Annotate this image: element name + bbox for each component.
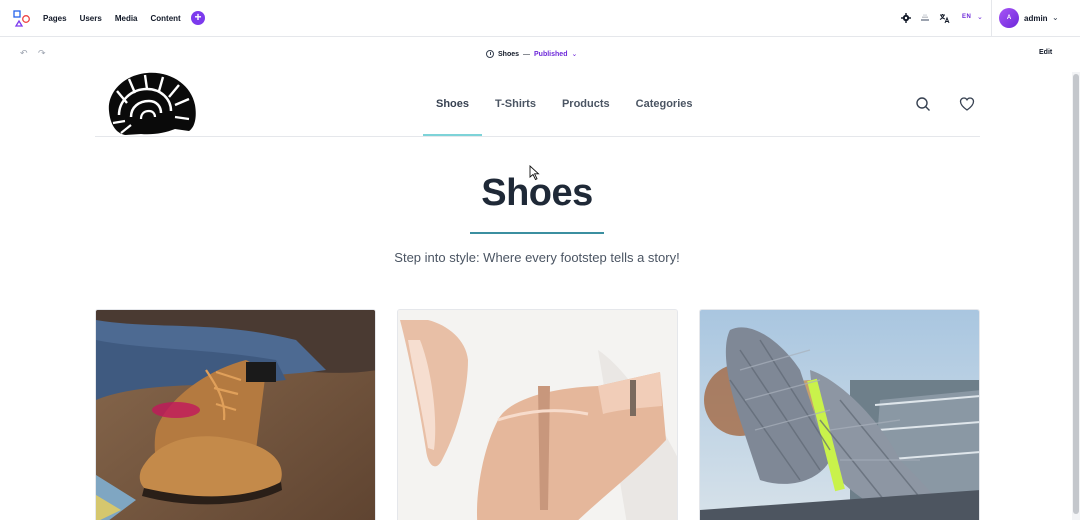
chevron-down-icon[interactable]: ⌄ (571, 50, 577, 58)
nav-products[interactable]: Products (549, 72, 623, 136)
cms-nav-content[interactable]: Content (151, 14, 181, 23)
gear-icon[interactable] (900, 12, 912, 24)
stack-icon[interactable] (919, 12, 931, 24)
title-underline (470, 232, 604, 234)
status-published[interactable]: Published (534, 51, 567, 58)
cms-nav-pages[interactable]: Pages (43, 14, 67, 23)
heart-icon[interactable] (959, 96, 975, 112)
nav-categories[interactable]: Categories (623, 72, 706, 136)
card-nude-heel[interactable] (397, 309, 678, 520)
scrollbar-thumb[interactable] (1073, 74, 1079, 514)
site-logo[interactable] (105, 71, 197, 137)
chevron-down-icon[interactable]: ⌄ (977, 13, 983, 21)
page-status-selector[interactable]: Shoes — Published ⌄ (486, 50, 577, 58)
card-grey-sneaker[interactable] (699, 309, 980, 520)
undo-icon[interactable]: ↶ (20, 48, 28, 59)
separator: — (523, 50, 531, 58)
user-name[interactable]: admin (1024, 14, 1048, 23)
cms-main-nav: Pages Users Media Content (43, 0, 181, 37)
nav-t-shirts[interactable]: T-Shirts (482, 72, 549, 136)
chevron-down-icon[interactable]: ⌄ (1052, 13, 1059, 22)
page-subtitle: Step into style: Where every footstep te… (394, 250, 680, 265)
brown-boot-image (96, 310, 375, 520)
site-main-nav: Shoes T-Shirts Products Categories (423, 72, 706, 137)
language-selector[interactable]: EN (962, 14, 971, 20)
cms-top-bar: Pages Users Media Content + EN ⌄ A admin… (0, 0, 1080, 37)
grey-sneaker-image (700, 310, 979, 520)
add-button[interactable]: + (191, 11, 205, 25)
page-title: Shoes (481, 172, 593, 214)
avatar[interactable]: A (999, 8, 1019, 28)
divider (991, 0, 992, 37)
card-brown-boot[interactable] (95, 309, 376, 520)
cms-logo-icon[interactable] (13, 10, 31, 28)
header-divider (95, 136, 980, 137)
cms-page-toolbar: ↶ ↷ Shoes — Published ⌄ Edit (0, 37, 1080, 72)
search-icon[interactable] (915, 96, 931, 112)
redo-icon[interactable]: ↷ (38, 48, 46, 59)
nude-heel-image (398, 310, 677, 520)
page-name: Shoes (498, 50, 520, 58)
edit-button[interactable]: Edit (1039, 49, 1052, 56)
product-grid (95, 309, 980, 520)
cms-nav-users[interactable]: Users (80, 14, 102, 23)
nav-shoes[interactable]: Shoes (423, 72, 483, 137)
cms-nav-media[interactable]: Media (115, 14, 138, 23)
translate-icon[interactable] (938, 12, 950, 24)
clock-icon (486, 50, 494, 58)
